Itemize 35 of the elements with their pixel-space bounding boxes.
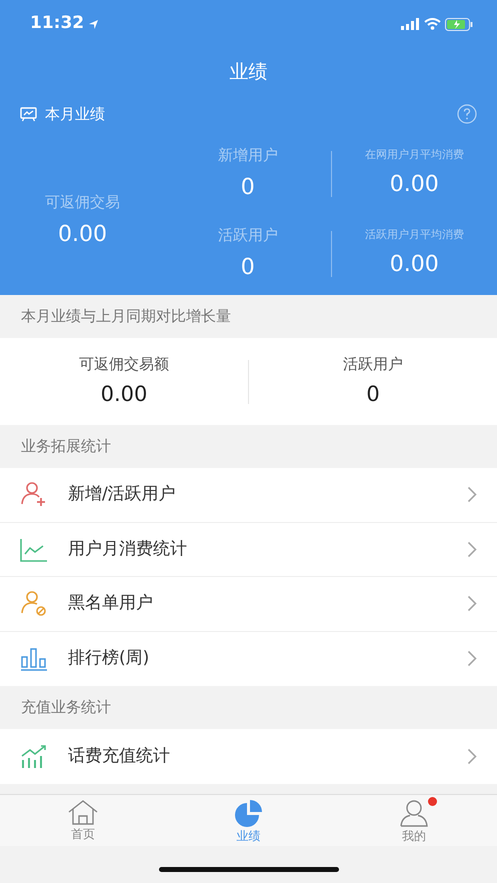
growth-chart-icon	[20, 742, 48, 770]
stat-value: 0.00	[58, 220, 107, 249]
menu-item[interactable]: 用户月消费统计	[0, 522, 497, 577]
stat-label: 可返佣交易额	[79, 354, 169, 374]
home-icon	[66, 798, 99, 824]
person-plus-icon	[20, 481, 48, 508]
stat-value: 0	[366, 381, 380, 408]
person-icon	[398, 798, 430, 826]
stat-value: 0.00	[100, 381, 148, 408]
pie-chart-icon	[232, 798, 264, 826]
page-title: 业绩	[228, 60, 268, 85]
stat-label: 新增用户	[218, 145, 278, 166]
stat-label: 在网用户月平均消费	[364, 147, 464, 164]
signal-icon	[401, 18, 420, 30]
stat-value: 0.00	[390, 250, 439, 279]
stat-value: 0.00	[390, 170, 439, 199]
stat-label: 活跃用户	[218, 225, 278, 246]
presentation-chart-icon	[20, 106, 37, 122]
stat-label: 活跃用户月平均消费	[364, 227, 464, 244]
stat-label: 可返佣交易	[45, 192, 120, 214]
stat-value: 0	[240, 174, 255, 202]
chevron-right-icon	[467, 748, 477, 765]
status-time: 11:32	[30, 12, 84, 36]
chevron-right-icon	[467, 595, 477, 612]
battery-icon	[445, 18, 473, 30]
chevron-right-icon	[467, 540, 477, 558]
help-icon[interactable]	[457, 104, 477, 124]
stat-value: 0	[240, 254, 255, 282]
stat-label: 活跃用户	[343, 354, 403, 374]
location-icon	[88, 18, 100, 30]
wifi-icon	[424, 18, 441, 30]
chevron-right-icon	[467, 650, 477, 668]
section-label: 本月业绩	[45, 104, 105, 125]
chevron-right-icon	[467, 486, 477, 504]
person-blocked-icon	[20, 590, 48, 618]
